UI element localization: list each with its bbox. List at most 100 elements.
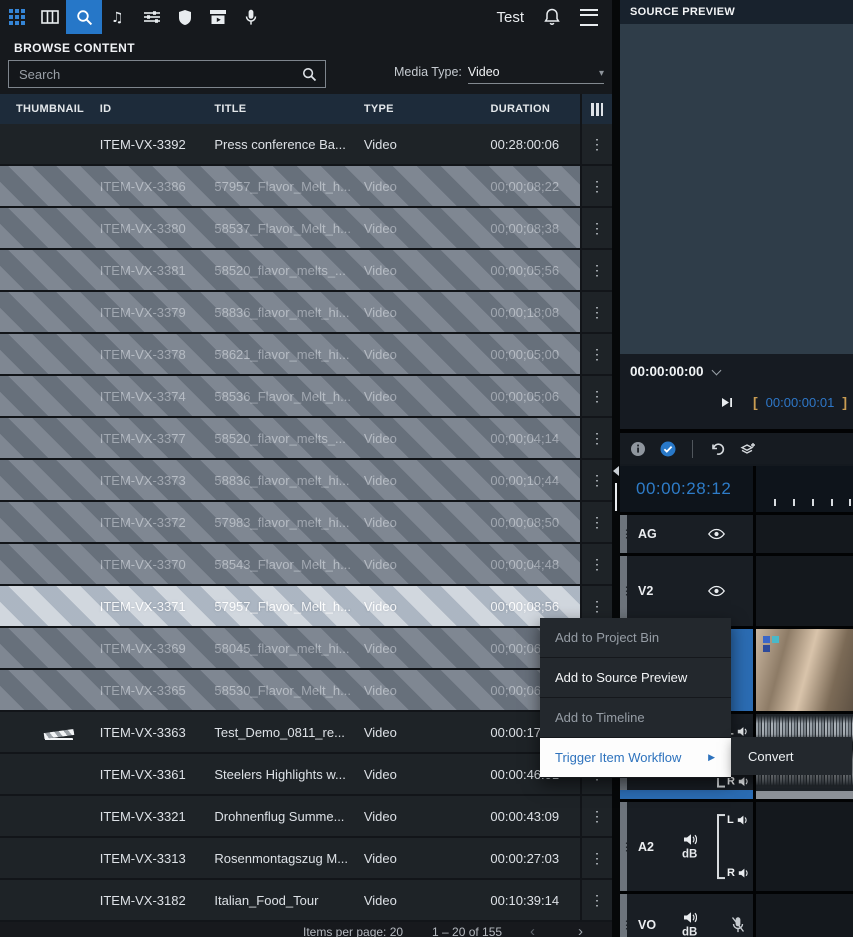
track-drag-handle-icon[interactable] [620,556,627,626]
timeline-ruler[interactable] [756,466,853,512]
toolbar-button-search-icon[interactable] [66,0,102,34]
select-check-icon[interactable] [660,441,676,457]
track-header[interactable]: VOdB [620,894,753,937]
track-speaker-icon[interactable] [683,912,697,924]
row-menu-button[interactable]: ⋮ [580,124,612,164]
table-row[interactable]: ITEM-VX-337958836_flavor_melt_hi...Video… [0,292,612,334]
search-input[interactable] [17,66,302,83]
row-menu-button[interactable]: ⋮ [580,376,612,416]
toolbar-button-microphone-icon[interactable] [234,0,267,34]
previous-page-button[interactable]: ‹ [530,923,535,937]
items-per-page-value[interactable]: 20 [390,925,403,937]
panel-resize-divider[interactable] [612,0,620,937]
table-row[interactable]: ITEM-VX-3313Rosenmontagszug M...Video00:… [0,838,612,880]
table-row[interactable]: ITEM-VX-337758520_flavor_melts_...Video0… [0,418,612,460]
row-menu-button[interactable]: ⋮ [580,544,612,584]
row-menu-button[interactable]: ⋮ [580,502,612,542]
undo-icon[interactable] [709,441,725,457]
track-visibility-eye-icon[interactable] [708,586,725,597]
table-row[interactable]: ITEM-VX-3321Drohnenflug Summe...Video00:… [0,796,612,838]
toolbar-button-settings-sliders-icon[interactable] [135,0,168,34]
table-row[interactable]: ITEM-VX-338058537_Flavor_Melt_h...Video0… [0,208,612,250]
row-menu-button[interactable]: ⋮ [580,460,612,500]
preview-timecode[interactable]: 00:00:00:00 [630,364,720,379]
table-row[interactable]: ITEM-VX-3363Test_Demo_0811_re...Video00:… [0,712,612,754]
toolbar-button-archive-play-icon[interactable] [201,0,234,34]
row-menu-button[interactable]: ⋮ [580,166,612,206]
row-duration: 00;00;18;08 [476,305,580,320]
row-menu-button[interactable]: ⋮ [580,292,612,332]
track-channel-l[interactable]: L [727,814,749,826]
column-header-title[interactable]: TITLE [202,103,352,115]
table-row[interactable]: ITEM-VX-3392Press conference Ba...Video0… [0,124,612,166]
track-content[interactable] [756,515,853,553]
timeline-timecode[interactable]: 00:00:28:12 [620,466,753,512]
menu-hamburger-icon[interactable] [580,9,598,26]
next-page-button[interactable]: › [578,923,583,937]
toolbar-button-shield-icon[interactable] [168,0,201,34]
column-header-id[interactable]: ID [88,103,203,115]
track-header[interactable]: A2dBL R [620,802,753,891]
svg-text:♫: ♫ [111,10,124,25]
table-row[interactable]: ITEM-VX-337058543_Flavor_Melt_h...Video0… [0,544,612,586]
table-row[interactable]: ITEM-VX-338657957_Flavor_Melt_h...Video0… [0,166,612,208]
mark-in-icon[interactable]: [ [753,394,758,410]
track-db-label[interactable]: dB [682,848,697,860]
table-row[interactable]: ITEM-VX-3182Italian_Food_TourVideo00:10:… [0,880,612,922]
row-menu-button[interactable]: ⋮ [580,838,612,878]
track-speaker-icon[interactable] [683,833,697,845]
track-content[interactable] [756,802,853,891]
table-row[interactable]: ITEM-VX-337257983_flavor_melt_hi...Video… [0,502,612,544]
context-submenu-item-convert[interactable]: Convert [731,737,852,775]
toolbar-button-music-notes-icon[interactable]: ♫ [102,0,135,34]
context-menu-item-trigger-item-workflow[interactable]: Trigger Item Workflow▶ [540,738,731,778]
table-row[interactable]: ITEM-VX-337858621_flavor_melt_hi...Video… [0,334,612,376]
toolbar-button-media-bin-icon[interactable] [33,0,66,34]
add-layer-icon[interactable] [739,441,757,457]
track-content[interactable] [756,629,853,711]
context-menu-item-add-to-project-bin[interactable]: Add to Project Bin [540,618,731,658]
row-stripe-area: ITEM-VX-3361Steelers Highlights w...Vide… [0,754,580,794]
track-visibility-eye-icon[interactable] [708,529,725,540]
table-row[interactable]: ITEM-VX-338158520_flavor_melts_...Video0… [0,250,612,292]
mark-out-icon[interactable]: ] [842,394,847,410]
table-row[interactable]: ITEM-VX-337358836_flavor_melt_hi...Video… [0,460,612,502]
divider-scroll-thumb[interactable] [615,483,617,511]
collapse-panel-icon[interactable] [613,466,619,476]
track-content[interactable] [756,894,853,937]
row-menu-button[interactable]: ⋮ [580,418,612,458]
row-menu-button[interactable]: ⋮ [580,796,612,836]
track-content[interactable] [756,556,853,626]
info-icon[interactable] [630,441,646,457]
search-field-icon[interactable] [302,67,317,82]
notifications-bell-icon[interactable] [544,8,560,26]
table-row[interactable]: ITEM-VX-337157957_Flavor_Melt_h...Video0… [0,586,612,628]
row-menu-button[interactable]: ⋮ [580,334,612,374]
track-drag-handle-icon[interactable] [620,515,627,553]
column-header-thumbnail[interactable]: THUMBNAIL [0,103,88,115]
column-header-duration[interactable]: DURATION [476,103,580,115]
track-header[interactable]: AG [620,515,753,553]
toolbar-button-apps-grid-icon[interactable] [0,0,33,34]
column-picker-button[interactable] [580,94,612,124]
play-to-end-icon[interactable] [721,397,733,408]
row-menu-button[interactable]: ⋮ [580,250,612,290]
table-row[interactable]: ITEM-VX-3361Steelers Highlights w...Vide… [0,754,612,796]
context-menu-item-add-to-timeline[interactable]: Add to Timeline [540,698,731,738]
media-type-dropdown[interactable]: Media Type: Video ▾ [394,65,604,84]
column-header-type[interactable]: TYPE [352,103,477,115]
table-row[interactable]: ITEM-VX-337458536_Flavor_Melt_h...Video0… [0,376,612,418]
track-channel-r[interactable]: R [727,867,749,879]
track-header[interactable]: V2 [620,556,753,626]
row-menu-button[interactable]: ⋮ [580,880,612,920]
track-db-label[interactable]: dB [682,927,697,937]
timeline-video-clip[interactable] [756,629,853,711]
table-row[interactable]: ITEM-VX-336958045_flavor_melt_hi...Video… [0,628,612,670]
row-id: ITEM-VX-3392 [88,137,203,152]
track-drag-handle-icon[interactable] [620,894,627,937]
table-row[interactable]: ITEM-VX-336558530_Flavor_Melt_h...Video0… [0,670,612,712]
row-menu-button[interactable]: ⋮ [580,208,612,248]
track-drag-handle-icon[interactable] [620,802,627,891]
context-menu-item-add-to-source-preview[interactable]: Add to Source Preview [540,658,731,698]
voiceover-mic-muted-icon[interactable] [731,917,745,934]
